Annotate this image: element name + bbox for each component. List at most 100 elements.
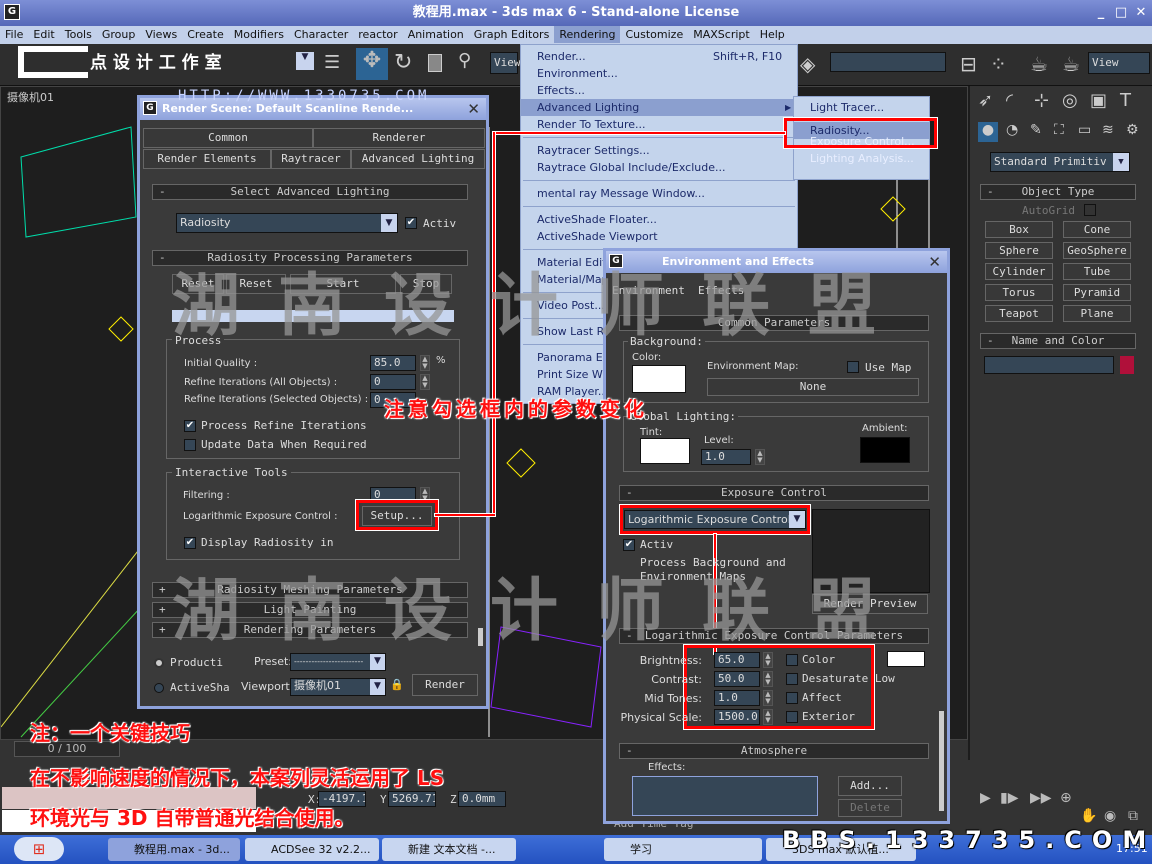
y-coordinate[interactable]: 5269.712: [388, 791, 436, 807]
create-tab-icon[interactable]: ➶: [978, 90, 993, 111]
cylinder-button[interactable]: Cylinder: [985, 263, 1053, 280]
taskbar-item-acdsee[interactable]: ACDSee 32 v2.2...: [245, 838, 379, 861]
contrast-input[interactable]: 50.0: [714, 671, 760, 687]
tab-raytracer[interactable]: Raytracer: [271, 149, 351, 169]
plane-button[interactable]: Plane: [1063, 305, 1131, 322]
sphere-button[interactable]: Sphere: [985, 242, 1053, 259]
select-advanced-lighting-rollout[interactable]: - Select Advanced Lighting: [152, 184, 468, 200]
link-icon[interactable]: ⚲: [458, 50, 471, 71]
initial-quality-spinner[interactable]: ▲ ▼: [420, 355, 430, 371]
object-type-rollout[interactable]: - Object Type: [980, 184, 1136, 200]
tab-advanced-lighting[interactable]: Advanced Lighting: [351, 149, 485, 169]
menu-item-lighting-analysis[interactable]: Lighting Analysis...: [794, 150, 929, 167]
tab-render-elements[interactable]: Render Elements: [143, 149, 271, 169]
menu-edit[interactable]: Edit: [28, 26, 59, 43]
render-button[interactable]: Render: [412, 674, 478, 696]
exposure-control-rollout[interactable]: - Exposure Control: [619, 485, 929, 501]
teapot-button[interactable]: Teapot: [985, 305, 1053, 322]
desaturate-low-checkbox[interactable]: [786, 673, 798, 685]
quick-render-icon[interactable]: ☕: [1062, 52, 1080, 76]
menu-maxscript[interactable]: MAXScript: [688, 26, 754, 43]
menu-help[interactable]: Help: [755, 26, 790, 43]
menu-customize[interactable]: Customize: [620, 26, 688, 43]
color-checkbox[interactable]: [786, 654, 798, 666]
tint-color-swatch[interactable]: [640, 438, 690, 464]
shapes-icon[interactable]: ◔: [1006, 122, 1018, 138]
mid-tones-spinner[interactable]: ▲ ▼: [763, 690, 773, 706]
systems-icon[interactable]: ⚙: [1126, 122, 1139, 138]
selection-filter-dropdown[interactable]: ▼: [296, 52, 314, 70]
cone-button[interactable]: Cone: [1063, 221, 1131, 238]
menu-create[interactable]: Create: [182, 26, 229, 43]
autogrid-checkbox[interactable]: [1084, 204, 1096, 216]
material-icon[interactable]: ◈: [800, 52, 815, 76]
go-end-icon[interactable]: ▶▶: [1030, 790, 1052, 806]
radio-activeshade[interactable]: [154, 683, 164, 693]
z-coordinate[interactable]: 0.0mm: [458, 791, 506, 807]
preset-dropdown[interactable]: ------------------------ ▼: [290, 653, 386, 671]
physical-scale-input[interactable]: 1500.0: [714, 709, 760, 725]
scale-icon[interactable]: [428, 54, 442, 72]
physical-scale-spinner[interactable]: ▲ ▼: [763, 709, 773, 725]
menu-rendering[interactable]: Rendering: [554, 26, 621, 43]
menu-item-mental-ray[interactable]: mental ray Message Window...: [521, 185, 797, 202]
helpers-icon[interactable]: ▭: [1078, 122, 1091, 138]
affect-checkbox[interactable]: [786, 692, 798, 704]
close-icon[interactable]: ✕: [467, 98, 480, 120]
close-icon[interactable]: ✕: [928, 251, 941, 273]
delete-button[interactable]: Delete: [838, 799, 902, 817]
orbit-icon[interactable]: ◉: [1104, 808, 1116, 824]
reference-coord-dropdown[interactable]: View: [490, 52, 521, 74]
menu-modifiers[interactable]: Modifiers: [229, 26, 289, 43]
cameras-icon[interactable]: ⛶: [1054, 122, 1064, 138]
object-name-input[interactable]: [984, 356, 1114, 374]
object-color-swatch[interactable]: [1120, 356, 1134, 374]
exterior-checkbox[interactable]: [786, 711, 798, 723]
name-color-rollout[interactable]: - Name and Color: [980, 333, 1136, 349]
modify-tab-icon[interactable]: ◜: [1006, 90, 1013, 111]
play-icon[interactable]: ▶: [980, 790, 991, 806]
level-input[interactable]: 1.0: [701, 449, 751, 465]
scrollbar[interactable]: [939, 711, 944, 811]
menu-views[interactable]: Views: [140, 26, 182, 43]
taskbar-item-notepad[interactable]: 新建 文本文档 -...: [382, 838, 516, 861]
move-icon[interactable]: ✥: [356, 48, 388, 80]
exposure-control-dropdown[interactable]: Logarithmic Exposure Control ▼: [624, 510, 806, 529]
ambient-color-swatch[interactable]: [860, 437, 910, 463]
maximize-icon[interactable]: □: [1112, 4, 1130, 22]
radio-production[interactable]: [154, 658, 164, 668]
viewport-dropdown[interactable]: 摄像机01 ▼: [290, 678, 386, 696]
lock-icon[interactable]: 🔒: [390, 678, 404, 691]
menu-item-raytracer-settings[interactable]: Raytracer Settings...: [521, 142, 797, 159]
menu-graph-editors[interactable]: Graph Editors: [469, 26, 555, 43]
atmosphere-rollout[interactable]: - Atmosphere: [619, 743, 929, 759]
update-data-checkbox[interactable]: [184, 439, 196, 451]
start-button[interactable]: ⊞: [14, 837, 64, 861]
zoom-icon[interactable]: ⊕: [1060, 790, 1072, 806]
rotate-icon[interactable]: ↻: [394, 50, 412, 75]
minimize-icon[interactable]: _: [1092, 4, 1110, 22]
menu-item-light-tracer[interactable]: Light Tracer...: [794, 99, 929, 116]
lights-icon[interactable]: ✎: [1030, 122, 1042, 138]
menu-item-render-to-texture[interactable]: Render To Texture...: [521, 116, 797, 133]
background-color-swatch[interactable]: [632, 365, 686, 393]
menu-tools[interactable]: Tools: [60, 26, 97, 43]
pyramid-button[interactable]: Pyramid: [1063, 284, 1131, 301]
motion-tab-icon[interactable]: ◎: [1062, 90, 1078, 111]
spacewarps-icon[interactable]: ≋: [1102, 122, 1114, 138]
mid-tones-input[interactable]: 1.0: [714, 690, 760, 706]
pan-icon[interactable]: ✋: [1080, 808, 1097, 824]
utilities-tab-icon[interactable]: T: [1120, 90, 1131, 111]
contrast-spinner[interactable]: ▲ ▼: [763, 671, 773, 687]
advanced-lighting-dropdown[interactable]: Radiosity ▼: [176, 213, 398, 233]
taskbar-item-3dsmax[interactable]: 教程用.max - 3d...: [108, 838, 240, 861]
named-selection-field[interactable]: [830, 52, 946, 72]
menu-item-effects[interactable]: Effects...: [521, 82, 797, 99]
setup-button[interactable]: Setup...: [362, 506, 432, 526]
brightness-spinner[interactable]: ▲ ▼: [763, 652, 773, 668]
menu-item-raytrace-include[interactable]: Raytrace Global Include/Exclude...: [521, 159, 797, 176]
menu-animation[interactable]: Animation: [403, 26, 469, 43]
process-refine-checkbox[interactable]: ✔: [184, 420, 196, 432]
menu-group[interactable]: Group: [97, 26, 141, 43]
brightness-input[interactable]: 65.0: [714, 652, 760, 668]
